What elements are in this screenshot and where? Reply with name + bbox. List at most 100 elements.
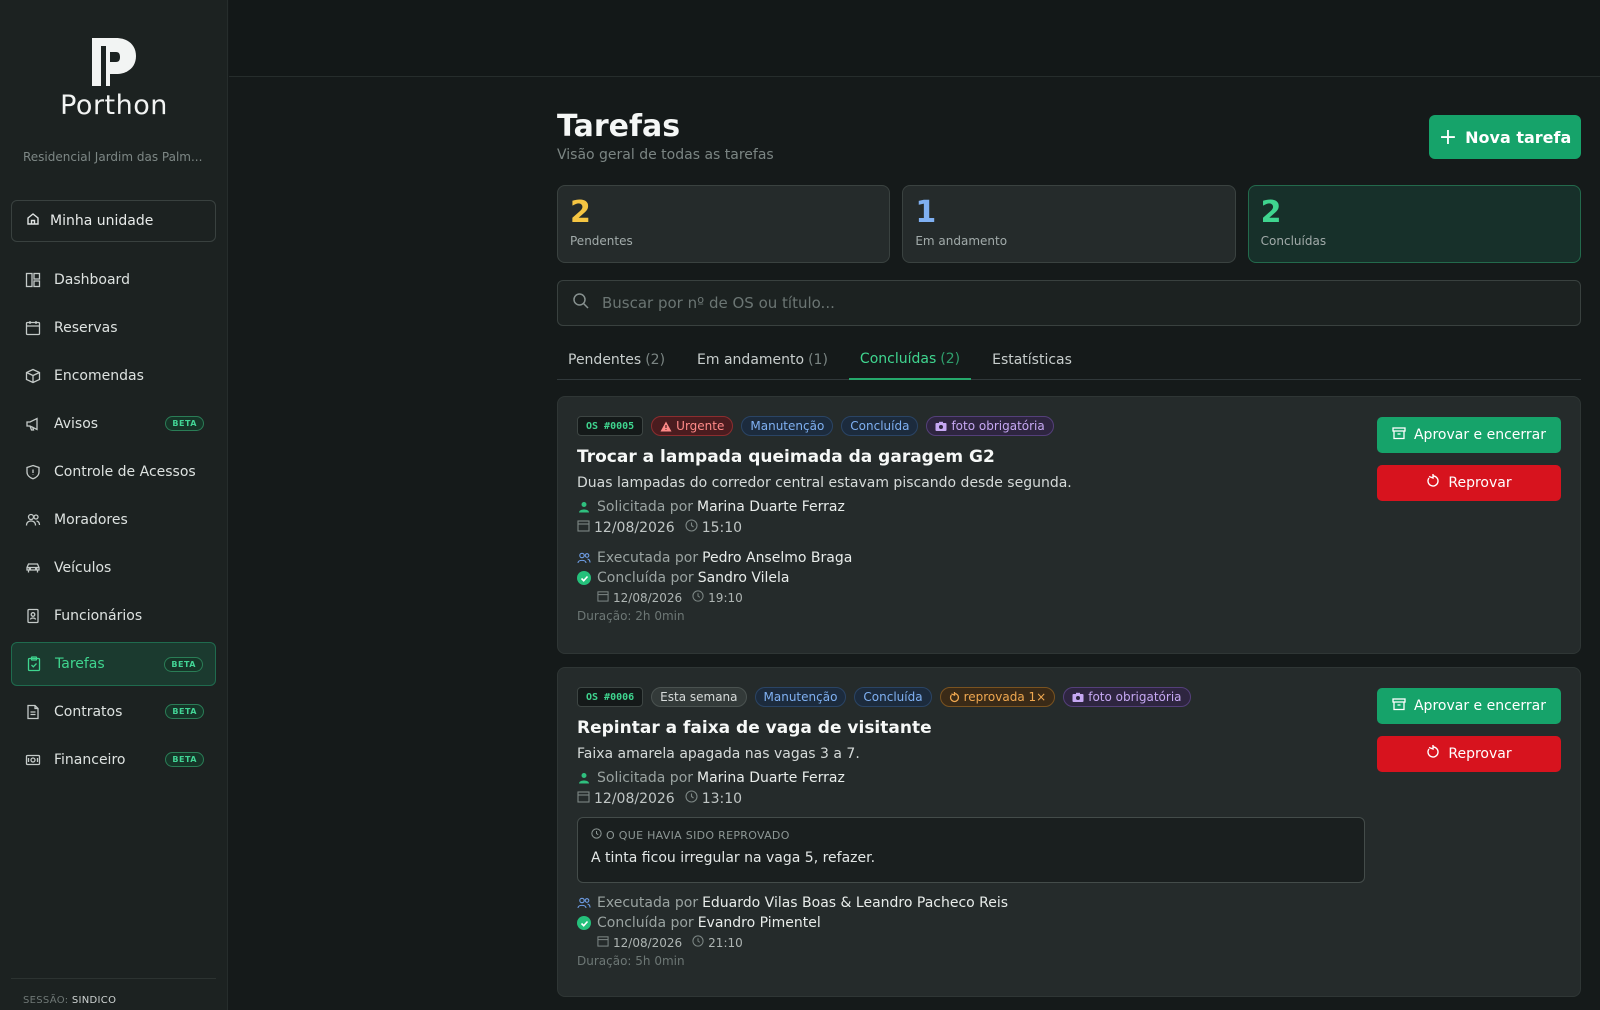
my-unit-label: Minha unidade <box>50 213 154 229</box>
sidebar-item-label: Avisos <box>54 416 99 432</box>
sidebar-item-label: Veículos <box>54 560 112 576</box>
sidebar-item-contratos[interactable]: Contratos BETA <box>11 690 216 734</box>
sidebar-item-label: Financeiro <box>54 752 126 768</box>
photo-required-badge: foto obrigatória <box>926 416 1054 436</box>
tab-count: (2) <box>940 350 961 367</box>
beta-badge: BETA <box>165 752 204 767</box>
tab-estatisticas[interactable]: Estatísticas <box>981 339 1083 380</box>
photo-required-badge: foto obrigatória <box>1063 687 1191 707</box>
executed-by: Executada por Pedro Anselmo Braga <box>577 550 1367 566</box>
camera-icon <box>1072 692 1084 702</box>
rejection-note-text: A tinta ficou irregular na vaga 5, refaz… <box>591 850 876 866</box>
stat-completed: 2 Concluídas <box>1247 185 1581 263</box>
condominium-name: Residencial Jardim das Palm... <box>23 150 203 164</box>
rejected-count-badge: reprovada 1× <box>939 687 1056 707</box>
warning-icon <box>660 421 672 431</box>
os-number-badge: OS #0006 <box>577 687 644 707</box>
search-icon <box>572 292 590 314</box>
request-datetime: 12/08/2026 13:10 <box>577 790 1367 807</box>
money-icon <box>24 752 42 768</box>
executed-by: Executada por Eduardo Vilas Boas & Leandr… <box>577 895 1367 911</box>
tab-concluidas[interactable]: Concluídas (2) <box>848 339 972 380</box>
car-icon <box>24 560 42 576</box>
new-task-button[interactable]: + Nova tarefa <box>1429 115 1581 159</box>
search-input[interactable]: Buscar por nº de OS ou título... <box>557 280 1581 326</box>
tab-count: (2) <box>645 351 666 368</box>
sidebar-item-label: Tarefas <box>55 656 105 672</box>
sidebar-item-financeiro[interactable]: Financeiro BETA <box>11 738 216 782</box>
approve-close-button[interactable]: Aprovar e encerrar <box>1377 417 1561 453</box>
tab-pendentes[interactable]: Pendentes (2) <box>557 339 676 380</box>
porthon-logo-icon <box>90 36 138 88</box>
rejection-note: O QUE HAVIA SIDO REPROVADO A tinta ficou… <box>577 817 1365 883</box>
clock-icon <box>685 519 698 536</box>
new-task-label: Nova tarefa <box>1465 127 1572 147</box>
stat-label: Em andamento <box>915 234 1008 248</box>
sidebar-item-label: Moradores <box>54 512 128 528</box>
top-bar <box>229 0 1600 77</box>
retry-icon <box>949 691 959 702</box>
camera-icon <box>935 421 947 431</box>
reject-button[interactable]: Reprovar <box>1377 736 1561 772</box>
users-icon <box>24 512 42 528</box>
calendar-icon <box>577 519 590 536</box>
dashboard-icon <box>24 272 42 288</box>
concluded-datetime: 12/08/2026 19:10 <box>597 590 1367 605</box>
calendar-icon <box>597 590 609 605</box>
stat-value: 2 <box>570 195 591 230</box>
beta-badge: BETA <box>165 704 204 719</box>
users-icon <box>577 897 591 909</box>
approve-close-button[interactable]: Aprovar e encerrar <box>1377 688 1561 724</box>
tab-count: (1) <box>808 351 828 368</box>
reject-button[interactable]: Reprovar <box>1377 465 1561 501</box>
calendar-icon <box>577 790 590 807</box>
users-icon <box>577 552 591 564</box>
tab-label: Pendentes <box>568 351 642 368</box>
document-icon <box>24 704 42 720</box>
sidebar: Porthon Residencial Jardim das Palm... M… <box>0 0 228 1010</box>
beta-badge: BETA <box>164 657 203 672</box>
session-info: SESSÃO: SINDICO <box>23 995 116 1006</box>
clock-icon <box>692 590 704 605</box>
clipboard-icon <box>25 656 43 672</box>
stat-in-progress: 1 Em andamento <box>902 185 1236 263</box>
task-card: OS #0005 Urgente Manutenção Concluída fo… <box>557 396 1581 654</box>
requested-by: Solicitada por Marina Duarte Ferraz <box>577 770 1367 786</box>
rejection-note-heading: O QUE HAVIA SIDO REPROVADO <box>606 828 790 842</box>
calendar-icon <box>24 320 42 336</box>
sidebar-item-dashboard[interactable]: Dashboard <box>11 258 216 302</box>
priority-badge: Urgente <box>651 416 734 436</box>
duration: Duração: 5h 0min <box>577 954 685 968</box>
concluded-by: Concluída por Evandro Pimentel <box>577 915 1367 931</box>
sidebar-item-funcionarios[interactable]: Funcionários <box>11 594 216 638</box>
status-badge: Concluída <box>841 416 919 436</box>
stats-row: 2 Pendentes 1 Em andamento 2 Concluídas <box>557 185 1581 263</box>
sidebar-item-avisos[interactable]: Avisos BETA <box>11 402 216 446</box>
calendar-icon <box>597 935 609 950</box>
sidebar-item-label: Dashboard <box>54 272 130 288</box>
my-unit-button[interactable]: Minha unidade <box>11 200 216 242</box>
megaphone-icon <box>24 416 42 432</box>
tabs: Pendentes (2) Em andamento (1) Concluídas(… <box>557 339 1581 380</box>
app-name: Porthon <box>60 90 168 121</box>
category-badge: Manutenção <box>754 687 847 707</box>
shield-icon <box>24 464 42 480</box>
tab-em-andamento[interactable]: Em andamento (1) <box>686 339 839 380</box>
sidebar-item-moradores[interactable]: Moradores <box>11 498 216 542</box>
archive-icon <box>1392 426 1406 444</box>
logo: Porthon <box>0 36 228 121</box>
sidebar-item-veiculos[interactable]: Veículos <box>11 546 216 590</box>
sidebar-item-label: Funcionários <box>54 608 143 624</box>
sidebar-item-encomendas[interactable]: Encomendas <box>11 354 216 398</box>
sidebar-item-tarefas[interactable]: Tarefas BETA <box>11 642 216 686</box>
plus-icon: + <box>1438 124 1458 150</box>
sidebar-item-controle-acessos[interactable]: Controle de Acessos <box>11 450 216 494</box>
user-icon <box>577 772 591 784</box>
stat-pending: 2 Pendentes <box>557 185 891 263</box>
archive-icon <box>1392 697 1406 715</box>
check-circle-icon <box>577 571 591 585</box>
sidebar-item-reservas[interactable]: Reservas <box>11 306 216 350</box>
duration: Duração: 2h 0min <box>577 609 685 623</box>
home-icon <box>26 212 40 230</box>
page-subtitle: Visão geral de todas as tarefas <box>557 147 774 163</box>
